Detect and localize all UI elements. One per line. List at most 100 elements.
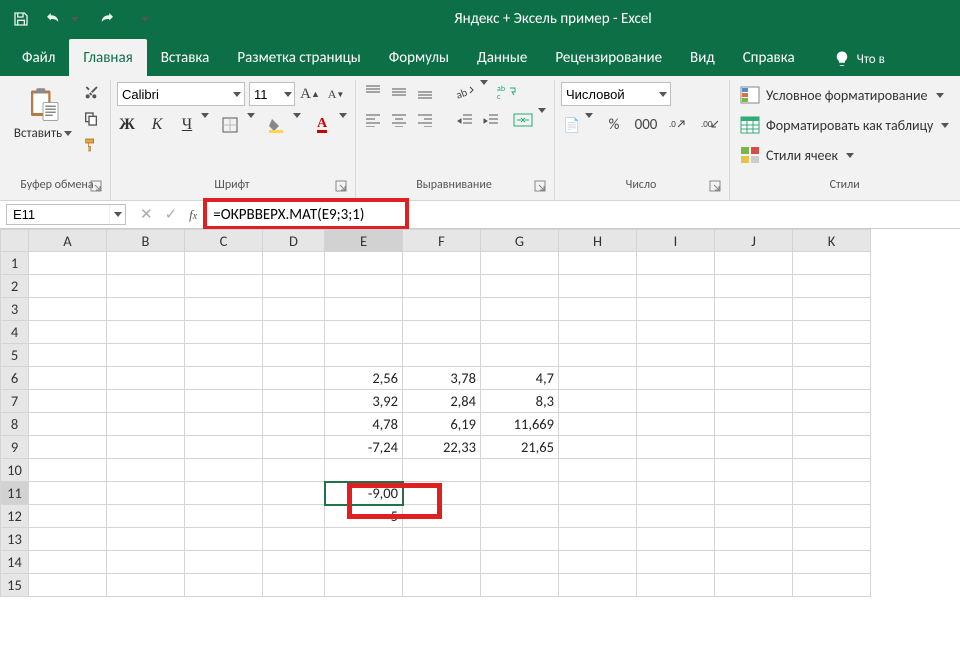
cell[interactable] [403,505,481,528]
row-header[interactable]: 12 [1,505,29,528]
fill-color-icon[interactable] [265,114,287,136]
cell[interactable] [559,551,637,574]
cell[interactable] [107,367,185,390]
cell[interactable] [263,321,325,344]
col-header[interactable]: D [263,230,325,252]
bold-button[interactable]: Ж [117,116,137,134]
cell[interactable] [559,298,637,321]
font-color-dropdown-icon[interactable] [339,118,347,133]
cell[interactable] [263,551,325,574]
row-header[interactable]: 9 [1,436,29,459]
select-all-corner[interactable] [1,230,29,252]
align-bottom-icon[interactable] [414,82,436,102]
col-header[interactable]: J [715,230,793,252]
redo-icon[interactable] [98,10,116,28]
row-header[interactable]: 4 [1,321,29,344]
cell[interactable] [715,551,793,574]
cell[interactable] [29,321,107,344]
row-header[interactable]: 7 [1,390,29,413]
cell[interactable] [481,252,559,275]
row-header[interactable]: 11 [1,482,29,505]
orientation-dropdown-icon[interactable] [480,85,488,100]
tab-home[interactable]: Главная [69,39,146,76]
cell[interactable] [403,344,481,367]
cell[interactable] [715,574,793,597]
cell[interactable]: 4,78 [325,413,403,436]
italic-button[interactable]: К [147,116,167,134]
cell[interactable] [637,574,715,597]
grid-row[interactable]: 84,786,1911,669 [1,413,871,436]
cell[interactable] [403,528,481,551]
borders-dropdown-icon[interactable] [247,118,255,133]
underline-dropdown-icon[interactable] [201,118,209,133]
cell[interactable] [263,344,325,367]
underline-button[interactable]: Ч [177,116,197,134]
cell[interactable] [793,505,871,528]
grid-row[interactable]: 62,563,784,7 [1,367,871,390]
column-headers[interactable]: A B C D E F G H I J K [1,230,871,252]
font-color-icon[interactable]: A [311,114,333,136]
cell[interactable] [715,321,793,344]
row-header[interactable]: 2 [1,275,29,298]
cell[interactable] [403,321,481,344]
cell[interactable] [559,528,637,551]
cell[interactable] [715,390,793,413]
cell[interactable] [107,459,185,482]
save-icon[interactable] [12,10,30,28]
number-format-value[interactable] [562,87,656,102]
merge-dropdown-icon[interactable] [538,113,546,128]
cell[interactable] [637,321,715,344]
grid-row[interactable]: 15 [1,574,871,597]
grid-row[interactable]: 73,922,848,3 [1,390,871,413]
cell[interactable] [185,574,263,597]
cell[interactable] [185,413,263,436]
grid-row[interactable]: 11 -9,00 [1,482,871,505]
grid-row[interactable]: 13 [1,528,871,551]
col-header[interactable]: F [403,230,481,252]
cell[interactable] [29,482,107,505]
cell[interactable] [29,413,107,436]
cell[interactable] [637,413,715,436]
row-header[interactable]: 14 [1,551,29,574]
fill-color-dropdown-icon[interactable] [293,118,301,133]
cell[interactable]: -9,00 [325,482,403,505]
cell[interactable] [715,344,793,367]
cell[interactable] [793,275,871,298]
cell[interactable]: 22,33 [403,436,481,459]
cell[interactable] [559,367,637,390]
name-box-dropdown-icon[interactable] [109,205,125,224]
cell[interactable] [185,436,263,459]
col-header[interactable]: I [637,230,715,252]
cell[interactable]: 2,56 [325,367,403,390]
cell[interactable] [185,551,263,574]
col-header[interactable]: E [325,230,403,252]
row-header[interactable]: 8 [1,413,29,436]
tab-review[interactable]: Рецензирование [541,39,676,76]
name-box[interactable] [6,204,126,225]
grid-row[interactable]: 5 [1,344,871,367]
font-name-input[interactable] [118,87,230,102]
cell[interactable] [107,275,185,298]
name-box-input[interactable] [7,207,109,222]
cell[interactable] [637,505,715,528]
copy-icon[interactable] [80,108,102,130]
cell[interactable] [793,574,871,597]
cell[interactable]: 3,92 [325,390,403,413]
accounting-format-icon[interactable]: 📄 [561,114,583,136]
undo-icon[interactable] [44,10,62,28]
orientation-icon[interactable]: ab [454,82,476,102]
cell[interactable] [715,459,793,482]
cell[interactable] [185,505,263,528]
cell[interactable] [481,574,559,597]
cell[interactable] [325,459,403,482]
qat-customize-icon[interactable] [136,10,154,28]
row-header[interactable]: 10 [1,459,29,482]
formula-input[interactable]: =ОКРВВЕРХ.МАТ(E9;3;1) [207,201,960,228]
cell[interactable] [107,505,185,528]
cell[interactable] [263,390,325,413]
cell[interactable] [403,252,481,275]
row-header[interactable]: 6 [1,367,29,390]
cell[interactable] [185,298,263,321]
cell[interactable] [559,413,637,436]
cell[interactable] [793,459,871,482]
